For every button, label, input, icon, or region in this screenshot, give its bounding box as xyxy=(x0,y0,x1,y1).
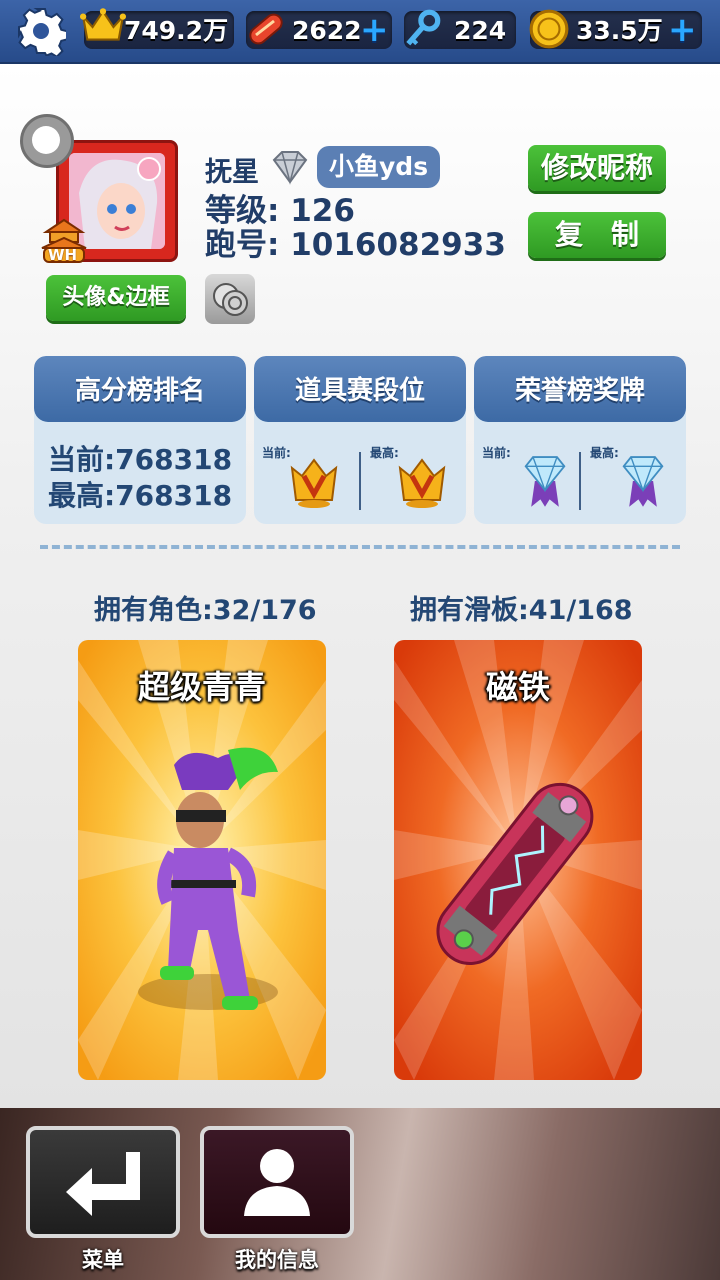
pagoda-badge-icon: WH xyxy=(38,212,90,264)
my-info-button[interactable] xyxy=(200,1126,354,1238)
crew-tag: 小鱼yds xyxy=(317,146,441,188)
coin-counter[interactable]: 33.5万 + xyxy=(529,9,702,49)
runner-id: 跑号: 1016082933 xyxy=(205,227,506,263)
add-hoverboard-icon[interactable]: + xyxy=(360,13,389,47)
key-value: 224 xyxy=(454,16,507,45)
crown-value: 749.2万 xyxy=(124,16,229,45)
character-showcase[interactable]: 超级青青 xyxy=(78,640,326,1080)
honor-current-label: 当前: xyxy=(482,446,511,460)
coins-badge-button[interactable] xyxy=(205,274,255,324)
hoverboard-counter[interactable]: 2622 + xyxy=(246,11,392,49)
key-icon xyxy=(406,9,441,46)
copy-id-button[interactable]: 复 制 xyxy=(528,212,666,258)
currency-bar: 749.2万 2622 + 224 33.5万 + xyxy=(0,0,720,64)
rename-button[interactable]: 修改昵称 xyxy=(528,145,666,191)
avatar-toggle[interactable] xyxy=(20,114,74,168)
highscore-best: 最高:768318 xyxy=(47,479,233,512)
key-counter: 224 xyxy=(404,9,516,49)
honor-best-label: 最高: xyxy=(590,446,619,460)
hoverboard-value: 2622 xyxy=(292,16,362,45)
owned-boards: 拥有滑板:41/168 xyxy=(410,595,633,626)
character-name: 超级青青 xyxy=(137,668,266,706)
items-rank-card-title: 道具赛段位 xyxy=(254,356,466,422)
items-rank-divider xyxy=(359,452,361,510)
coin-icon xyxy=(529,9,569,49)
settings-gear-icon[interactable] xyxy=(16,6,66,56)
gold-rank-badge-best-icon xyxy=(398,458,446,508)
crown-counter: 749.2万 xyxy=(80,8,234,49)
board-showcase[interactable]: 磁铁 xyxy=(394,640,642,1080)
highscore-current: 当前:768318 xyxy=(47,443,233,476)
return-arrow-icon xyxy=(66,1152,140,1216)
diamond-medal-best-icon xyxy=(622,456,664,507)
hoverboard-icon xyxy=(249,13,283,45)
user-silhouette-icon xyxy=(244,1149,310,1216)
gold-rank-badge-icon xyxy=(290,458,338,508)
board-name: 磁铁 xyxy=(485,668,550,706)
menu-button[interactable] xyxy=(26,1126,180,1238)
items-rank-card[interactable]: 道具赛段位 当前: 最高: xyxy=(254,356,466,524)
add-coin-icon[interactable]: + xyxy=(668,13,697,47)
my-info-label: 我的信息 xyxy=(235,1248,319,1272)
player-name: 抚星 xyxy=(205,157,259,188)
honor-card[interactable]: 荣誉榜奖牌 当前: 最高: xyxy=(474,356,686,524)
section-divider xyxy=(40,545,680,549)
menu-label: 菜单 xyxy=(82,1248,124,1272)
diamond-medal-icon xyxy=(524,456,566,507)
highscore-card[interactable]: 高分榜排名 当前:768318 最高:768318 xyxy=(34,356,246,524)
honor-card-title: 荣誉榜奖牌 xyxy=(474,356,686,422)
coin-value: 33.5万 xyxy=(576,16,663,45)
avatar-badge-text: WH xyxy=(48,246,78,264)
highscore-card-title: 高分榜排名 xyxy=(34,356,246,422)
owned-characters: 拥有角色:32/176 xyxy=(94,595,317,626)
honor-divider xyxy=(579,452,581,510)
avatar-frame-button[interactable]: 头像&边框 xyxy=(46,275,186,321)
diamond-rank-icon xyxy=(272,151,308,185)
silver-coins-icon xyxy=(213,283,248,316)
crown-icon xyxy=(80,8,126,41)
